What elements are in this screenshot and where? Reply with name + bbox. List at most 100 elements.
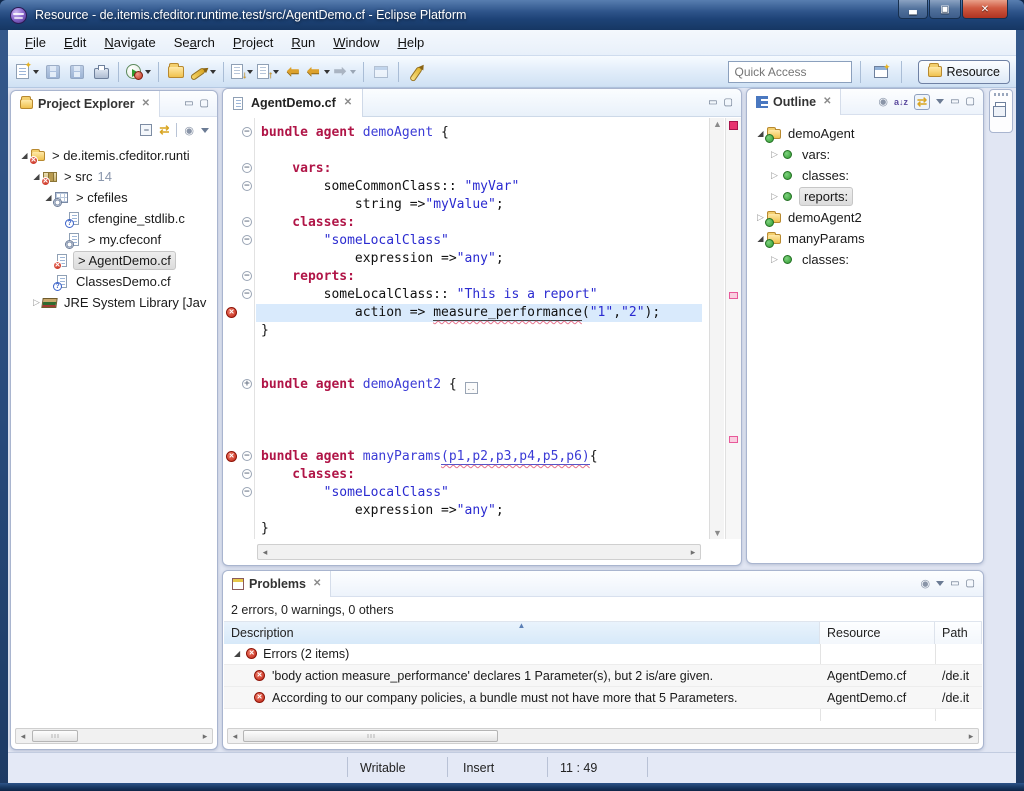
outline-link-with-editor-icon[interactable]: ⇄ xyxy=(914,94,930,110)
restore-view-icon[interactable] xyxy=(995,102,1006,111)
fold-collapse-icon[interactable]: − xyxy=(242,127,252,137)
project-explorer-maximize-button[interactable]: ▢ xyxy=(200,99,209,109)
editor-minimize-button[interactable]: ▭ xyxy=(708,98,717,108)
code-editor[interactable]: ✕✕ −−−−−−−+−−− bundle agent demoAgent { … xyxy=(224,118,702,539)
save-all-button[interactable] xyxy=(65,60,89,84)
fold-collapse-icon[interactable]: − xyxy=(242,217,252,227)
code-line[interactable] xyxy=(256,394,702,412)
new-wizard-button[interactable]: ✦ xyxy=(14,60,41,84)
outline-item-demoagent2[interactable]: ▷demoAgent2 xyxy=(749,207,981,228)
code-line[interactable]: "someLocalClass" xyxy=(256,484,702,502)
code-line[interactable]: action => measure_performance("1","2"); xyxy=(256,304,702,322)
collapsed-arrow-icon[interactable]: ▷ xyxy=(769,254,780,265)
collapsed-arrow-icon[interactable]: ▷ xyxy=(769,149,780,160)
error-marker-icon[interactable]: ✕ xyxy=(226,451,237,462)
sort-icon[interactable]: a↓z xyxy=(894,97,908,107)
outline-item-vars[interactable]: ▷vars: xyxy=(749,144,981,165)
menu-project[interactable]: Project xyxy=(224,32,282,53)
problems-hscrollbar[interactable]: ◂▸ xyxy=(227,728,979,744)
previous-annotation-button[interactable]: ↑ xyxy=(255,60,281,84)
code-line[interactable]: "someLocalClass" xyxy=(256,232,702,250)
folding-ruler[interactable]: −−−−−−−+−−− xyxy=(239,118,255,539)
problem-row[interactable]: ✕According to our company policies, a bu… xyxy=(224,687,982,709)
forward-button[interactable]: ➡ xyxy=(332,60,359,84)
group-expanded-arrow-icon[interactable]: ◢ xyxy=(234,649,240,658)
outline-item-reports[interactable]: ▷reports: xyxy=(749,186,981,207)
problems-group-row[interactable]: ◢✕Errors (2 items) xyxy=(224,643,982,665)
highlighter-button[interactable] xyxy=(188,60,218,84)
code-line[interactable]: someLocalClass:: "This is a report" xyxy=(256,286,702,304)
outline-item-manyparams[interactable]: ◢manyParams xyxy=(749,228,981,249)
code-line[interactable] xyxy=(256,358,702,376)
code-line[interactable]: someCommonClass:: "myVar" xyxy=(256,178,702,196)
project-item-cfefiles[interactable]: ◢> cfefiles xyxy=(13,187,215,208)
outline-item-demoagent[interactable]: ◢demoAgent xyxy=(749,123,981,144)
minimized-views-bar[interactable] xyxy=(989,89,1013,133)
next-annotation-button[interactable]: ↓ xyxy=(229,60,255,84)
fold-collapse-icon[interactable]: − xyxy=(242,289,252,299)
overview-error-marker[interactable] xyxy=(729,292,738,299)
menu-edit[interactable]: Edit xyxy=(55,32,95,53)
collapse-all-icon[interactable]: − xyxy=(140,124,152,136)
filter-icon[interactable]: ◉ xyxy=(184,124,194,137)
project-item-cfengine-stdlib-c[interactable]: ?cfengine_stdlib.c xyxy=(13,208,215,229)
code-line[interactable] xyxy=(256,412,702,430)
code-line[interactable]: bundle agent demoAgent2 { .. xyxy=(256,376,702,394)
outline-focus-icon[interactable]: ◉ xyxy=(878,95,888,108)
collapsed-arrow-icon[interactable]: ▷ xyxy=(31,297,42,308)
problems-tab[interactable]: Problems ✕ xyxy=(223,571,331,597)
editor-vscrollbar[interactable]: ▲ ▼ xyxy=(709,118,724,539)
code-line[interactable]: classes: xyxy=(256,466,702,484)
search-button[interactable] xyxy=(404,60,428,84)
project-item-classesdemo-cf[interactable]: ?ClassesDemo.cf xyxy=(13,271,215,292)
menu-navigate[interactable]: Navigate xyxy=(95,32,164,53)
code-line[interactable]: bundle agent manyParams(p1,p2,p3,p4,p5,p… xyxy=(256,448,702,466)
run-button[interactable] xyxy=(124,60,153,84)
problems-minimize-button[interactable]: ▭ xyxy=(950,579,959,589)
editor-hscrollbar[interactable]: ◂▸ xyxy=(257,544,701,560)
project-explorer-tab-close-icon[interactable]: ✕ xyxy=(142,98,150,109)
fold-collapse-icon[interactable]: − xyxy=(242,469,252,479)
fold-expand-icon[interactable]: + xyxy=(242,379,252,389)
editor-tab-agentdemo[interactable]: AgentDemo.cf ✕ xyxy=(223,89,363,117)
open-folder-button[interactable] xyxy=(164,60,188,84)
code-line[interactable]: reports: xyxy=(256,268,702,286)
outline-minimize-button[interactable]: ▭ xyxy=(950,97,959,107)
editor-tab-close-icon[interactable]: ✕ xyxy=(344,97,352,108)
annotation-ruler[interactable]: ✕✕ xyxy=(224,118,239,539)
outline-view-menu-icon[interactable] xyxy=(936,99,944,104)
fold-collapse-icon[interactable]: − xyxy=(242,271,252,281)
problems-view-menu-icon[interactable] xyxy=(936,581,944,586)
column-header-resource[interactable]: Resource xyxy=(820,622,935,644)
code-line[interactable]: bundle agent demoAgent { xyxy=(256,124,702,142)
resource-perspective-button[interactable]: Resource xyxy=(918,60,1011,84)
back-button[interactable]: ⬅ xyxy=(305,60,332,84)
menu-window[interactable]: Window xyxy=(324,32,388,53)
problem-row[interactable]: ✕'body action measure_performance' decla… xyxy=(224,665,982,687)
project-item-de-itemis-cfeditor-runti[interactable]: ◢✕> de.itemis.cfeditor.runti xyxy=(13,145,215,166)
maximize-button[interactable]: ▣ xyxy=(929,0,961,19)
column-header-path[interactable]: Path xyxy=(935,622,982,644)
collapsed-arrow-icon[interactable]: ▷ xyxy=(769,191,780,202)
outline-tab-close-icon[interactable]: ✕ xyxy=(823,96,831,107)
problems-filter-icon[interactable]: ◉ xyxy=(920,577,930,590)
code-line[interactable]: } xyxy=(256,520,702,538)
link-with-editor-icon[interactable]: ⇄ xyxy=(159,123,169,137)
code-line[interactable] xyxy=(256,340,702,358)
close-button[interactable]: ✕ xyxy=(962,0,1008,19)
code-line[interactable] xyxy=(256,430,702,448)
project-explorer-hscrollbar[interactable]: ◂▸ xyxy=(15,728,213,744)
overview-error-marker[interactable] xyxy=(729,436,738,443)
fold-collapse-icon[interactable]: − xyxy=(242,163,252,173)
code-line[interactable]: classes: xyxy=(256,214,702,232)
project-explorer-minimize-button[interactable]: ▭ xyxy=(184,99,193,109)
collapsed-arrow-icon[interactable]: ▷ xyxy=(769,170,780,181)
code-line[interactable] xyxy=(256,142,702,160)
project-item-agentdemo-cf[interactable]: ✕> AgentDemo.cf xyxy=(13,250,215,271)
last-edit-location-button[interactable]: ⬅ xyxy=(281,60,305,84)
project-item-jre-system-library-jav[interactable]: ▷JRE System Library [Jav xyxy=(13,292,215,313)
menu-run[interactable]: Run xyxy=(282,32,324,53)
menu-search[interactable]: Search xyxy=(165,32,224,53)
outline-item-classes[interactable]: ▷classes: xyxy=(749,165,981,186)
editor-maximize-button[interactable]: ▢ xyxy=(724,98,733,108)
